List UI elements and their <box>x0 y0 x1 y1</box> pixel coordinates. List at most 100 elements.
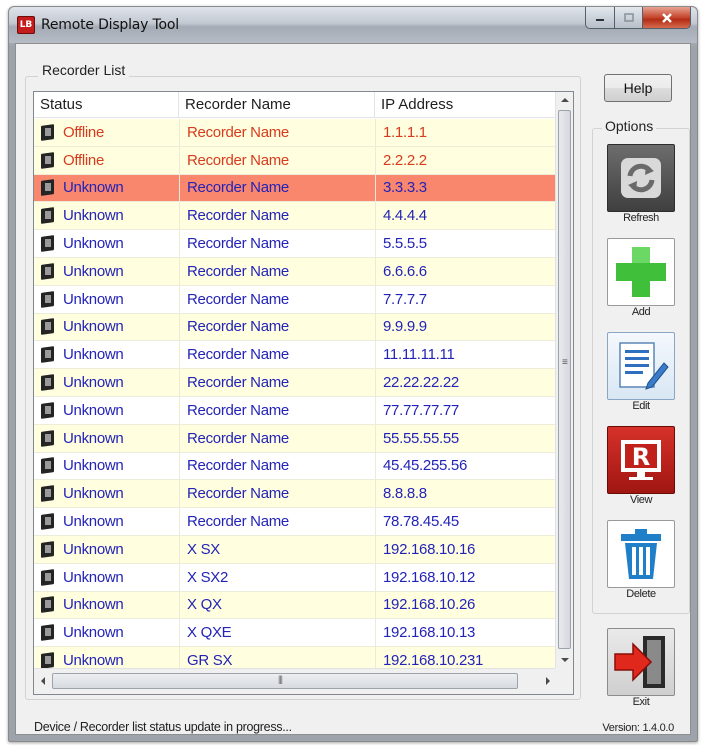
list-item[interactable]: Unknown Recorder Name 9.9.9.9 <box>34 313 556 342</box>
status-text: Unknown <box>63 457 124 475</box>
refresh-icon <box>607 144 675 212</box>
arrow-left-icon <box>40 677 45 685</box>
list-item[interactable]: Unknown Recorder Name 4.4.4.4 <box>34 202 556 231</box>
status-cell: Unknown <box>34 485 179 502</box>
status-cell: Unknown <box>34 207 179 224</box>
add-button[interactable]: Add <box>606 238 676 318</box>
recorder-name-cell: Recorder Name <box>179 174 375 202</box>
edit-label: Edit <box>632 400 650 412</box>
list-item[interactable]: Offline Recorder Name 2.2.2.2 <box>34 146 556 175</box>
recorder-device-icon <box>40 402 58 419</box>
arrow-up-icon <box>560 98 569 102</box>
edit-icon <box>607 332 675 400</box>
recorder-device-icon <box>40 124 58 141</box>
status-message: Device / Recorder list status update in … <box>34 720 292 734</box>
list-rows: Offline Recorder Name 1.1.1.1 Offline Record… <box>34 119 556 669</box>
recorder-name-cell: Recorder Name <box>179 119 375 146</box>
maximize-button[interactable] <box>615 7 643 29</box>
window-controls <box>585 7 691 29</box>
recorder-name-cell: X SX2 <box>179 563 375 591</box>
vertical-scrollbar[interactable]: ≡ <box>555 92 573 669</box>
grip-icon: ||| <box>278 674 283 684</box>
column-header-recorder-name[interactable]: Recorder Name <box>179 92 375 118</box>
minimize-button[interactable] <box>585 7 615 29</box>
list-item[interactable]: Unknown Recorder Name 45.45.255.56 <box>34 452 556 481</box>
recorder-name-cell: Recorder Name <box>179 424 375 452</box>
list-item[interactable]: Unknown Recorder Name 6.6.6.6 <box>34 257 556 286</box>
ip-address-cell: 192.168.10.16 <box>375 535 556 563</box>
status-text: Unknown <box>63 513 124 531</box>
recorder-device-icon <box>40 569 58 586</box>
ip-address-cell: 192.168.10.26 <box>375 591 556 619</box>
list-item[interactable]: Unknown X QX 192.168.10.26 <box>34 591 556 620</box>
list-item[interactable]: Unknown Recorder Name 11.11.11.11 <box>34 341 556 370</box>
status-cell: Unknown <box>34 652 179 669</box>
edit-button[interactable]: Edit <box>606 332 676 412</box>
list-item[interactable]: Unknown Recorder Name 7.7.7.7 <box>34 285 556 314</box>
column-header-ip-address[interactable]: IP Address <box>375 92 556 118</box>
list-item[interactable]: Unknown X QXE 192.168.10.13 <box>34 619 556 648</box>
arrow-down-icon <box>560 658 569 662</box>
status-text: Unknown <box>63 652 124 669</box>
status-cell: Offline <box>34 152 179 169</box>
list-item[interactable]: Unknown Recorder Name 22.22.22.22 <box>34 369 556 397</box>
list-item[interactable]: Unknown X SX 192.168.10.16 <box>34 535 556 564</box>
options-label: Options <box>602 118 657 134</box>
close-button[interactable] <box>643 7 691 29</box>
list-item[interactable]: Unknown Recorder Name 55.55.55.55 <box>34 424 556 453</box>
list-item[interactable]: Unknown Recorder Name 77.77.77.77 <box>34 396 556 425</box>
exit-button[interactable]: Exit <box>606 628 676 708</box>
recorder-device-icon <box>40 263 58 280</box>
status-text: Unknown <box>63 485 124 503</box>
status-text: Unknown <box>63 262 124 280</box>
column-header-status[interactable]: Status <box>34 92 179 118</box>
status-cell: Unknown <box>34 291 179 308</box>
status-cell: Unknown <box>34 179 179 196</box>
recorder-device-icon <box>40 346 58 363</box>
recorder-device-icon <box>40 624 58 641</box>
recorder-device-icon <box>40 235 58 252</box>
scroll-up-button[interactable] <box>556 92 573 109</box>
horizontal-scroll-thumb[interactable]: ||| <box>52 673 518 689</box>
list-item[interactable]: Unknown Recorder Name 8.8.8.8 <box>34 480 556 509</box>
svg-text:R: R <box>632 443 650 471</box>
status-text: Unknown <box>63 624 124 642</box>
ip-address-cell: 3.3.3.3 <box>375 174 556 202</box>
exit-icon <box>607 628 675 696</box>
recorder-list-label: Recorder List <box>38 62 130 78</box>
list-item[interactable]: Unknown GR SX 192.168.10.231 <box>34 647 556 669</box>
status-text: Unknown <box>63 290 124 308</box>
status-cell: Unknown <box>34 430 179 447</box>
list-item[interactable]: Unknown X SX2 192.168.10.12 <box>34 563 556 592</box>
title-bar[interactable]: LB Remote Display Tool <box>9 7 697 43</box>
horizontal-scrollbar[interactable]: ||| <box>34 668 556 694</box>
delete-label: Delete <box>626 588 656 600</box>
help-button[interactable]: Help <box>604 74 672 102</box>
scroll-right-button[interactable] <box>539 674 556 691</box>
scroll-left-button[interactable] <box>34 674 51 691</box>
ip-address-cell: 77.77.77.77 <box>375 396 556 424</box>
status-text: Unknown <box>63 179 124 197</box>
status-cell: Unknown <box>34 346 179 363</box>
status-text: Unknown <box>63 318 124 336</box>
ip-address-cell: 5.5.5.5 <box>375 230 556 257</box>
recorder-device-icon <box>40 374 58 391</box>
scroll-down-button[interactable] <box>556 652 573 669</box>
list-item[interactable]: Unknown Recorder Name 78.78.45.45 <box>34 508 556 536</box>
status-cell: Unknown <box>34 624 179 641</box>
list-item[interactable]: Unknown Recorder Name 3.3.3.3 <box>34 174 556 203</box>
recorder-name-cell: Recorder Name <box>179 452 375 480</box>
view-button[interactable]: R View <box>606 426 676 506</box>
recorder-device-icon <box>40 430 58 447</box>
list-item[interactable]: Offline Recorder Name 1.1.1.1 <box>34 119 556 147</box>
list-item[interactable]: Unknown Recorder Name 5.5.5.5 <box>34 230 556 258</box>
close-icon <box>661 12 672 23</box>
recorder-device-icon <box>40 179 58 196</box>
vertical-scroll-thumb[interactable]: ≡ <box>558 110 571 649</box>
recorder-list-view[interactable]: Status Recorder Name IP Address Offline R… <box>33 91 574 695</box>
recorder-name-cell: X QX <box>179 591 375 619</box>
delete-button[interactable]: Delete <box>606 520 676 600</box>
recorder-name-cell: Recorder Name <box>179 257 375 285</box>
refresh-button[interactable]: Refresh <box>606 144 676 224</box>
trash-icon <box>607 520 675 588</box>
